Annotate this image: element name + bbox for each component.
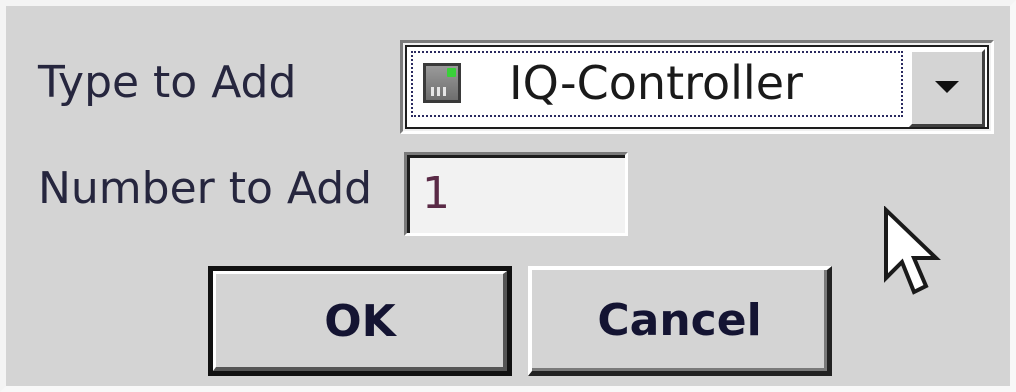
type-select-value: IQ-Controller	[509, 56, 803, 110]
ok-button-label: OK	[324, 295, 396, 347]
dropdown-button[interactable]	[909, 49, 985, 127]
number-to-add-label: Number to Add	[38, 163, 373, 214]
type-select[interactable]: IQ-Controller	[400, 40, 994, 134]
type-to-add-label: Type to Add	[38, 57, 297, 108]
arrow-cursor-icon	[884, 206, 941, 295]
cancel-button[interactable]: Cancel	[528, 266, 832, 376]
number-to-add-value: 1	[422, 168, 450, 219]
chevron-down-icon	[935, 81, 959, 93]
number-to-add-input[interactable]: 1	[404, 152, 628, 236]
add-device-dialog: Type to Add IQ-Controller Number to Add …	[0, 0, 1016, 392]
controller-device-icon	[423, 63, 461, 103]
cancel-button-label: Cancel	[597, 295, 762, 346]
type-select-field[interactable]: IQ-Controller	[405, 45, 989, 129]
ok-button[interactable]: OK	[208, 266, 512, 376]
